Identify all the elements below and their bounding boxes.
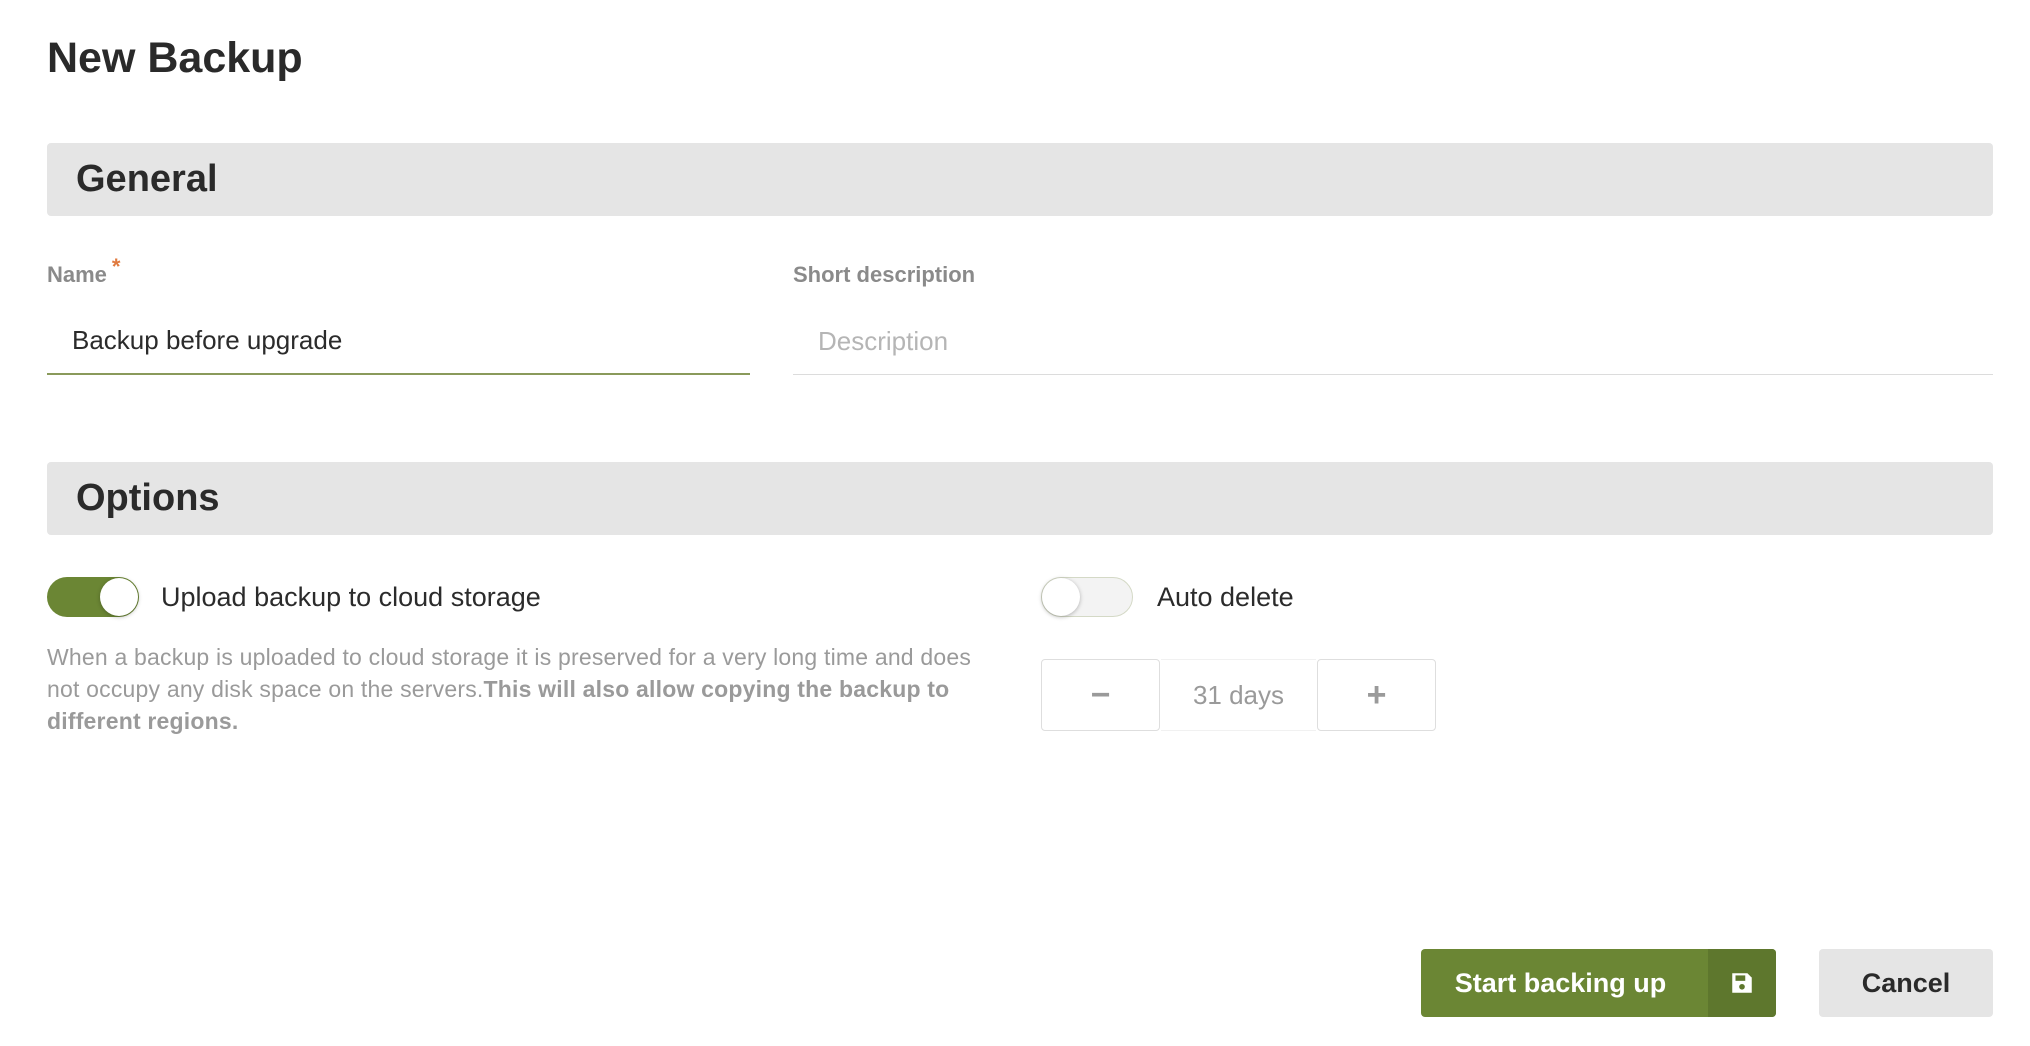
toggle-knob bbox=[1042, 578, 1080, 616]
increment-days-button[interactable]: + bbox=[1317, 659, 1436, 731]
auto-delete-toggle[interactable] bbox=[1041, 577, 1133, 617]
page-title: New Backup bbox=[47, 34, 303, 82]
general-section-title: General bbox=[76, 158, 218, 200]
short-description-input[interactable] bbox=[793, 308, 1993, 375]
name-label: Name * bbox=[47, 254, 120, 288]
short-description-label: Short description bbox=[793, 262, 976, 287]
start-backing-up-button[interactable]: Start backing up bbox=[1421, 949, 1776, 1017]
name-label-text: Name bbox=[47, 262, 107, 287]
options-section-header: Options bbox=[47, 462, 1993, 535]
toggle-knob bbox=[100, 578, 138, 616]
plus-icon: + bbox=[1366, 675, 1387, 714]
cancel-button[interactable]: Cancel bbox=[1819, 949, 1993, 1017]
general-section-header: General bbox=[47, 143, 1993, 216]
options-section-title: Options bbox=[76, 477, 220, 519]
start-backing-up-label: Start backing up bbox=[1454, 967, 1667, 998]
auto-delete-label: Auto delete bbox=[1157, 582, 1294, 612]
auto-delete-days-value: 31 days bbox=[1161, 659, 1316, 731]
required-marker: * bbox=[111, 254, 121, 279]
new-backup-page: New Backup General Name* Short descripti… bbox=[0, 0, 2030, 1046]
upload-cloud-label: Upload backup to cloud storage bbox=[161, 582, 541, 612]
name-input[interactable] bbox=[47, 308, 750, 375]
minus-icon: − bbox=[1090, 675, 1111, 714]
upload-cloud-toggle[interactable] bbox=[47, 577, 139, 617]
upload-help-text: When a backup is uploaded to cloud stora… bbox=[47, 641, 1007, 737]
save-icon bbox=[1708, 949, 1776, 1017]
decrement-days-button[interactable]: − bbox=[1041, 659, 1160, 731]
